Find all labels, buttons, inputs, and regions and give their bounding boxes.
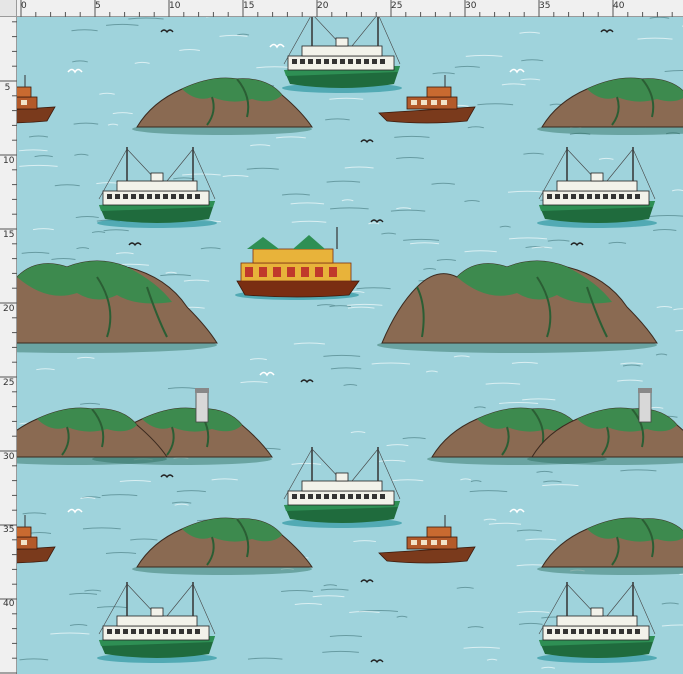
horizontal-ruler[interactable]: 0 5 10 15 20 25 30 35 40: [0, 0, 683, 17]
pattern-canvas[interactable]: [17, 17, 683, 674]
ruler-label-25: 25: [391, 1, 403, 11]
ruler-label-30: 30: [465, 1, 477, 11]
ruler-label-0: 0: [21, 1, 27, 11]
ruler-label-v15: 15: [3, 230, 15, 240]
ruler-label-35: 35: [539, 1, 551, 11]
ruler-label-15: 15: [243, 1, 255, 11]
ruler-label-v20: 20: [3, 304, 15, 314]
ruler-label-v40: 40: [3, 599, 15, 609]
ruler-label-v5: 5: [4, 83, 11, 93]
ruler-label-v10: 10: [3, 156, 15, 166]
ruler-label-20: 20: [317, 1, 329, 11]
horizontal-ruler-ticks: [20, 0, 673, 17]
ruler-label-40: 40: [613, 1, 625, 11]
ruler-label-10: 10: [169, 1, 181, 11]
ruler-label-5: 5: [95, 1, 101, 11]
vertical-ruler-ticks: [0, 21, 17, 674]
lighthouse-icon: [637, 387, 653, 423]
ruler-corner: [0, 0, 17, 17]
lighthouse-icon: [194, 387, 210, 423]
ruler-label-v25: 25: [3, 378, 15, 388]
vertical-ruler[interactable]: 5 10 15 20 25 30 35 40: [0, 17, 17, 674]
harbour-pattern-artwork: [17, 17, 683, 674]
ruler-label-v35: 35: [3, 525, 15, 535]
ruler-label-v30: 30: [3, 452, 15, 462]
